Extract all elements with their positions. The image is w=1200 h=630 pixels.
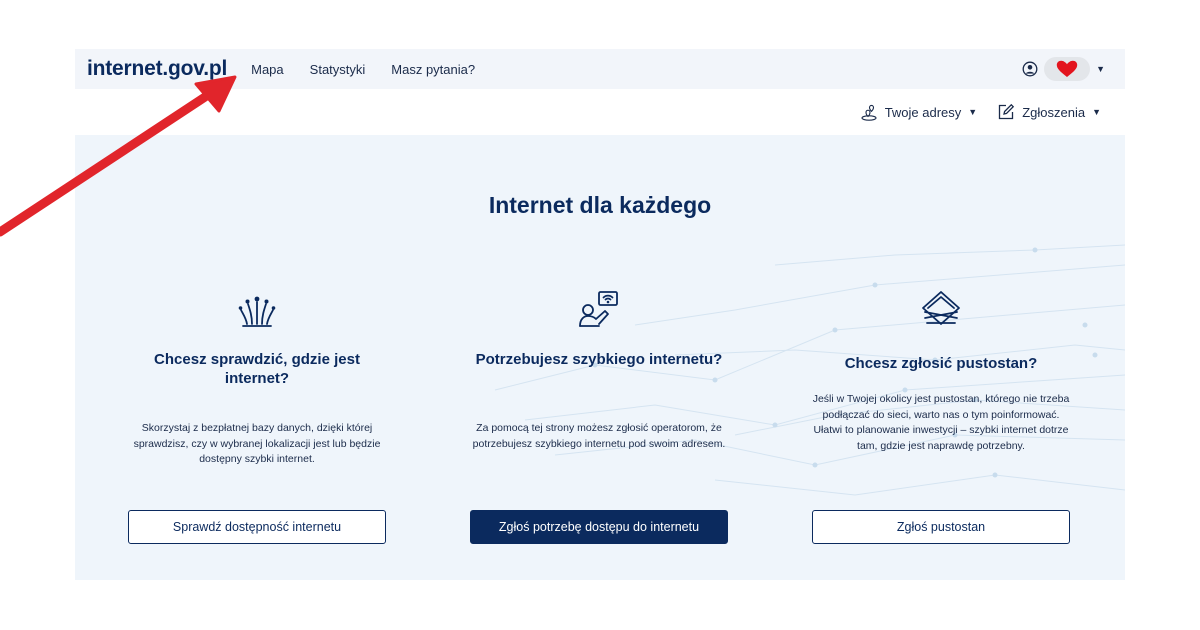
card-description: Jeśli w Twojej okolicy jest pustostan, k…	[812, 393, 1070, 452]
site-logo[interactable]: internet.gov.pl	[87, 57, 227, 81]
nav-link-map[interactable]: Mapa	[251, 62, 284, 77]
account-chevron-down-icon[interactable]: ▼	[1096, 64, 1105, 74]
top-navigation-bar: internet.gov.pl Mapa Statystyki Masz pyt…	[75, 49, 1125, 89]
card-title: Potrzebujesz szybkiego internetu?	[475, 351, 723, 368]
person-with-wifi-icon	[579, 291, 618, 327]
chevron-down-icon: ▼	[1092, 107, 1101, 117]
reports-label: Zgłoszenia	[1022, 104, 1086, 120]
reports-dropdown[interactable]: Zgłoszenia ▼	[997, 103, 1101, 121]
card-description: Za pomocą tej strony możesz zgłosić oper…	[472, 422, 726, 450]
addresses-label: Twoje adresy	[884, 104, 962, 120]
location-pins-icon	[861, 104, 877, 121]
edit-icon	[999, 103, 1015, 120]
nav-link-statistics[interactable]: Statystyki	[310, 62, 366, 77]
nav-link-questions[interactable]: Masz pytania?	[391, 62, 475, 77]
report-vacancy-card: Chcesz zgłosić pustostan? Jeśli w Twojej…	[812, 285, 1070, 475]
check-internet-card: Chcesz sprawdzić, gdzie jest internet? S…	[128, 285, 386, 483]
heart-icon	[1056, 60, 1078, 77]
avatar[interactable]	[1044, 57, 1091, 81]
antenna-signal-icon	[238, 296, 276, 327]
check-availability-button[interactable]: Sprawdź dostępność internetu	[128, 510, 386, 544]
secondary-toolbar: Twoje adresy ▼ Zgłoszenia ▼	[75, 89, 1125, 135]
main-nav: Mapa Statystyki Masz pytania?	[251, 62, 475, 77]
addresses-dropdown[interactable]: Twoje adresy ▼	[860, 103, 978, 121]
user-icon[interactable]	[1022, 61, 1038, 77]
chevron-down-icon: ▼	[968, 107, 978, 117]
account-menu[interactable]: ▼	[1022, 49, 1105, 89]
boarded-house-icon	[922, 291, 960, 325]
request-access-button[interactable]: Zgłoś potrzebę dostępu do internetu	[470, 510, 728, 544]
hero-title: Internet dla każdego	[488, 192, 712, 218]
request-internet-card: Potrzebujesz szybkiego internetu? Za pom…	[470, 285, 728, 483]
card-title: Chcesz zgłosić pustostan?	[844, 355, 1038, 372]
card-description: Skorzystaj z bezpłatnej bazy danych, dzi…	[133, 422, 381, 465]
report-vacancy-button[interactable]: Zgłoś pustostan	[812, 510, 1070, 544]
card-title: Chcesz sprawdzić, gdzie jest internet?	[154, 351, 360, 387]
hero-section: Internet dla każdego Chcesz sprawdzić, g…	[75, 135, 1125, 580]
